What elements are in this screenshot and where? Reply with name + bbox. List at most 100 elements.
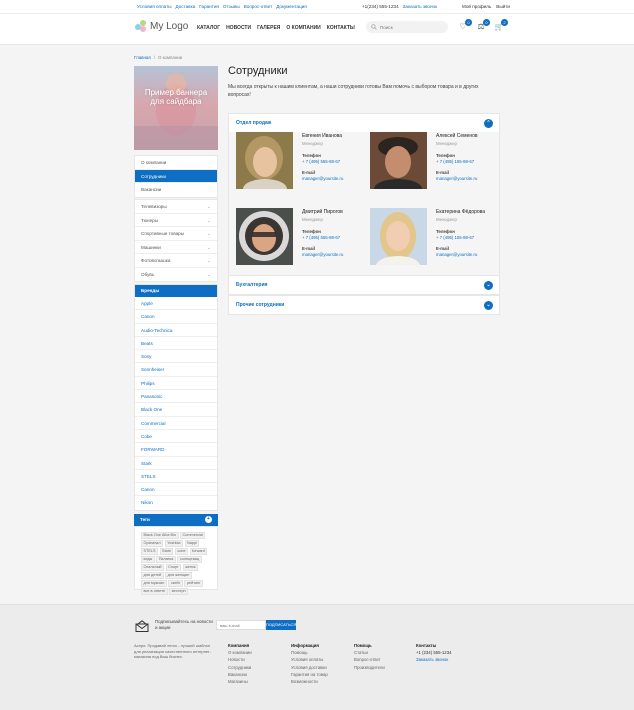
brand-item[interactable]: Audio-Technica xyxy=(135,324,217,337)
nav-about[interactable]: О КОМПАНИИ xyxy=(286,25,320,31)
tag[interactable]: солнцезащ xyxy=(177,556,202,563)
logout-link[interactable]: Выйти xyxy=(496,4,510,9)
tag[interactable]: Спальный xyxy=(141,564,165,571)
catalog-item-sport[interactable]: Спортивные товары ⌄ xyxy=(135,227,217,241)
brand-item[interactable]: FORWARD xyxy=(135,443,217,457)
brand-item[interactable]: Beats xyxy=(135,337,217,351)
footer-link[interactable]: Сотрудники xyxy=(228,664,252,671)
accordion-header-other[interactable]: Прочие сотрудники ⌄ xyxy=(229,296,499,314)
employee-phone[interactable]: + 7 (495) 155-88-67 xyxy=(436,235,474,240)
brand-item[interactable]: Sony xyxy=(135,350,217,364)
footer-link[interactable]: Гарантия на товар xyxy=(291,671,328,678)
sidebar-item-staff[interactable]: Сотрудники xyxy=(135,169,217,183)
brand-item[interactable]: Panasonic xyxy=(135,390,217,404)
tag[interactable]: Оригинал xyxy=(141,540,164,547)
footer-link[interactable]: Условия доставки xyxy=(291,664,328,671)
sidebar-item-vacancies[interactable]: Вакансии xyxy=(135,183,217,197)
brand-item[interactable]: Nikon xyxy=(135,496,217,509)
brand-item[interactable]: Canon xyxy=(135,483,217,497)
top-link-docs[interactable]: Документация xyxy=(276,4,307,9)
tag[interactable]: Палатка xyxy=(156,556,176,563)
tag[interactable]: Nappi xyxy=(184,540,200,547)
employee-email[interactable]: manager@yoursite.ru xyxy=(302,252,343,257)
catalog-item-flash[interactable]: Фотовспышка ⌄ xyxy=(135,254,217,268)
search-icon[interactable] xyxy=(371,23,377,31)
brand-item[interactable]: Sennheiser xyxy=(135,363,217,377)
sidebar-item-about[interactable]: О компании xyxy=(135,156,217,170)
brand-item[interactable]: Canon xyxy=(135,310,217,324)
brand-item[interactable]: STELS xyxy=(135,470,217,484)
tag[interactable]: скейт xyxy=(168,580,183,587)
nav-gallery[interactable]: ГАЛЕРЕЯ xyxy=(257,25,280,31)
compare-icon[interactable]: ⚖ 0 xyxy=(476,19,490,32)
tag[interactable]: cube xyxy=(174,548,189,555)
tag[interactable]: все в ответе xyxy=(141,588,168,595)
employee-phone[interactable]: + 7 (495) 555-88-67 xyxy=(302,235,340,240)
footer-link[interactable]: Производители xyxy=(354,664,385,671)
tag[interactable]: для детей xyxy=(141,572,164,579)
top-link-delivery[interactable]: Доставка xyxy=(176,4,196,9)
expand-tags-icon[interactable]: + xyxy=(205,516,212,523)
footer-link[interactable]: Условия оплаты xyxy=(291,656,328,663)
tag[interactable]: женск xyxy=(182,564,199,571)
footer-link[interactable]: Статьи xyxy=(354,649,385,656)
callback-link[interactable]: Заказать звонок xyxy=(403,4,437,9)
chevron-down-icon[interactable]: ⌄ xyxy=(484,300,493,310)
employee-email[interactable]: manager@yoursite.ru xyxy=(436,176,477,181)
brand-item[interactable]: Stark xyxy=(135,457,217,470)
employee-email[interactable]: manager@yoursite.ru xyxy=(302,176,343,181)
employee-phone[interactable]: + 7 (495) 555-88-67 xyxy=(302,159,340,164)
accordion-header-sales[interactable]: Отдел продаж ⌃ xyxy=(229,114,499,132)
tag[interactable]: вестерн xyxy=(169,588,189,595)
footer-link[interactable]: Магазины xyxy=(228,678,252,685)
top-link-faq[interactable]: Вопрос-ответ xyxy=(244,4,273,9)
accordion-header-accounting[interactable]: Бухгалтерия ⌄ xyxy=(229,276,499,294)
footer-link[interactable]: О компании xyxy=(228,649,252,656)
tag[interactable]: Yoshida xyxy=(164,540,183,547)
logo[interactable]: My Logo xyxy=(135,20,188,32)
catalog-item-shoes[interactable]: Обувь ⌄ xyxy=(135,268,217,282)
top-link-payment[interactable]: Условия оплаты xyxy=(137,4,172,9)
brand-item[interactable]: Black One xyxy=(135,403,217,417)
footer-link[interactable]: Вопрос-ответ xyxy=(354,656,385,663)
tag[interactable]: Спорт xyxy=(165,564,182,571)
top-link-warranty[interactable]: Гарантия xyxy=(199,4,219,9)
favorites-icon[interactable]: ♡ 0 xyxy=(458,19,472,32)
catalog-item-tv[interactable]: Телевизоры ⌄ xyxy=(135,200,217,214)
tag[interactable]: для мужчин xyxy=(141,580,167,587)
footer-callback-link[interactable]: Заказать звонок xyxy=(416,657,448,662)
footer-link[interactable]: Возможности xyxy=(291,678,328,685)
breadcrumb-home[interactable]: Главная xyxy=(134,55,151,60)
search-input[interactable] xyxy=(380,24,440,30)
tag[interactable]: рейтинг xyxy=(184,580,204,587)
tag[interactable]: для женщин xyxy=(165,572,192,579)
subscribe-button[interactable]: ПОДПИСАТЬСЯ xyxy=(266,620,296,630)
top-link-reviews[interactable]: Отзывы xyxy=(223,4,240,9)
footer-link[interactable]: Вакансии xyxy=(228,671,252,678)
brand-item[interactable]: Apple xyxy=(135,297,217,311)
nav-catalog[interactable]: КАТАЛОГ xyxy=(197,25,220,31)
chevron-down-icon[interactable]: ⌄ xyxy=(484,280,493,290)
nav-contacts[interactable]: КОНТАКТЫ xyxy=(327,25,355,31)
tag[interactable]: Black One Alba Bio xyxy=(141,532,179,539)
brand-item[interactable]: Philips xyxy=(135,377,217,391)
chevron-up-icon[interactable]: ⌃ xyxy=(484,118,493,128)
tag[interactable]: STELS xyxy=(141,548,159,555)
nav-news[interactable]: НОВОСТИ xyxy=(226,25,251,31)
footer-link[interactable]: Помощь xyxy=(291,649,328,656)
sidebar-banner[interactable]: Пример баннера для сайдбара xyxy=(134,66,218,150)
tag[interactable]: forward xyxy=(189,548,208,555)
footer-link[interactable]: Новости xyxy=(228,656,252,663)
employee-email[interactable]: manager@yoursite.ru xyxy=(436,252,477,257)
tag[interactable]: Stark xyxy=(159,548,174,555)
catalog-item-tuners[interactable]: Тюнеры ⌄ xyxy=(135,214,217,227)
brand-item[interactable]: Cobe xyxy=(135,430,217,444)
subscribe-email-input[interactable] xyxy=(216,620,266,630)
tag[interactable]: кеды xyxy=(141,556,155,563)
cart-icon[interactable]: 🛒 2 xyxy=(494,19,508,32)
profile-link[interactable]: Мой профиль xyxy=(462,4,491,9)
catalog-item-cars[interactable]: Машинки ⌄ xyxy=(135,241,217,254)
employee-phone[interactable]: + 7 (495) 155-88-67 xyxy=(436,159,474,164)
tag[interactable]: Commercial xyxy=(180,532,206,539)
brand-item[interactable]: Commercial xyxy=(135,417,217,430)
